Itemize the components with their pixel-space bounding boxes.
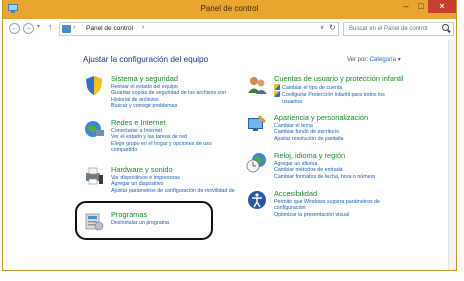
window-title: Panel de control [200,4,259,13]
close-button[interactable]: × [428,0,456,13]
chevron-down-icon[interactable]: ∨ [320,24,324,31]
control-panel-icon [62,25,71,33]
breadcrumb-separator[interactable]: › [73,24,75,31]
up-button[interactable]: ↑ [48,22,53,32]
search-box[interactable]: Buscar en el Panel de control [343,22,454,36]
recent-locations-dropdown[interactable]: ▾ [37,23,40,30]
control-panel-window: Panel de control – □ × ← → ▾ ↑ › Panel d… [2,0,457,271]
search-icon[interactable] [442,24,449,31]
title-bar[interactable]: Panel de control – □ × [3,0,456,19]
refresh-icon[interactable]: ↻ [329,23,336,32]
uac-shield-icon [274,91,280,98]
category-title[interactable]: Reloj, idioma y región [274,151,345,160]
category-title[interactable]: Cuentas de usuario y protección infantil [274,74,403,83]
category-title[interactable]: Hardware y sonido [111,165,173,174]
link-usuarios[interactable]: usuarios [274,99,385,105]
chevron-down-icon: ▾ [37,24,41,30]
link-movilidad[interactable]: Ajustar parámetros de configuración de m… [111,188,235,194]
search-placeholder: Buscar en el Panel de control [349,26,428,32]
minimize-button[interactable]: – [399,0,413,13]
category-title[interactable]: Apariencia y personalización [274,113,368,122]
breadcrumb-control-panel[interactable]: Panel de control [86,25,133,32]
forward-button[interactable]: → [23,23,34,34]
link-buscar-problemas[interactable]: Buscar y corregir problemas [111,103,226,109]
view-by: Ver por: Categoría ▾ [347,56,401,63]
globe-network-icon[interactable] [83,118,105,140]
arrow-up-icon: ↑ [48,22,53,32]
category-title[interactable]: Redes e Internet [111,118,166,127]
address-bar[interactable]: › Panel de control › ∨ ↻ [59,22,339,36]
maximize-button[interactable]: □ [414,0,428,13]
category-title[interactable]: Accesibilidad [274,189,317,198]
monitor-brush-icon[interactable] [246,113,268,135]
category-title[interactable]: Sistema y seguridad [111,74,178,83]
link-grupo-hogar[interactable]: Elegir grupo en el hogar y opciones de u… [111,141,212,147]
accessibility-icon[interactable] [246,189,268,211]
users-icon[interactable] [246,74,268,96]
link-guardar-copias[interactable]: Guardar copias de seguridad de los archi… [111,90,226,96]
link-tipo-cuenta[interactable]: Cambiar el tipo de cuenta [274,84,385,91]
link-fondo-escritorio[interactable]: Cambiar fondo de escritorio [274,129,344,135]
uac-shield-icon [274,84,280,90]
clock-globe-icon[interactable] [246,151,268,173]
link-optimizar-presentacion[interactable]: Optimizar la presentación visual [274,212,380,218]
vertical-scrollbar[interactable] [448,40,456,270]
link-resolucion[interactable]: Ajustar resolución de pantalla [274,136,344,142]
link-proteccion-infantil[interactable]: Configurar Protección infantil para todo… [274,91,385,98]
navigation-bar: ← → ▾ ↑ › Panel de control › ∨ ↻ Buscar … [3,19,456,40]
printer-speaker-icon[interactable] [83,165,105,187]
back-button[interactable]: ← [9,23,20,34]
arrow-right-icon: → [25,25,32,32]
view-by-label: Ver por: [347,57,369,63]
link-formatos[interactable]: Cambiar formatos de fecha, hora o número [274,174,375,180]
shield-icon[interactable] [83,74,105,96]
programs-highlight-circle [75,201,213,240]
page-heading: Ajustar la configuración del equipo [83,55,209,64]
link-compartido[interactable]: compartido [111,147,212,153]
view-by-dropdown[interactable]: Categoría ▾ [370,57,401,63]
breadcrumb-separator[interactable]: › [142,24,144,31]
arrow-left-icon: ← [11,25,18,32]
